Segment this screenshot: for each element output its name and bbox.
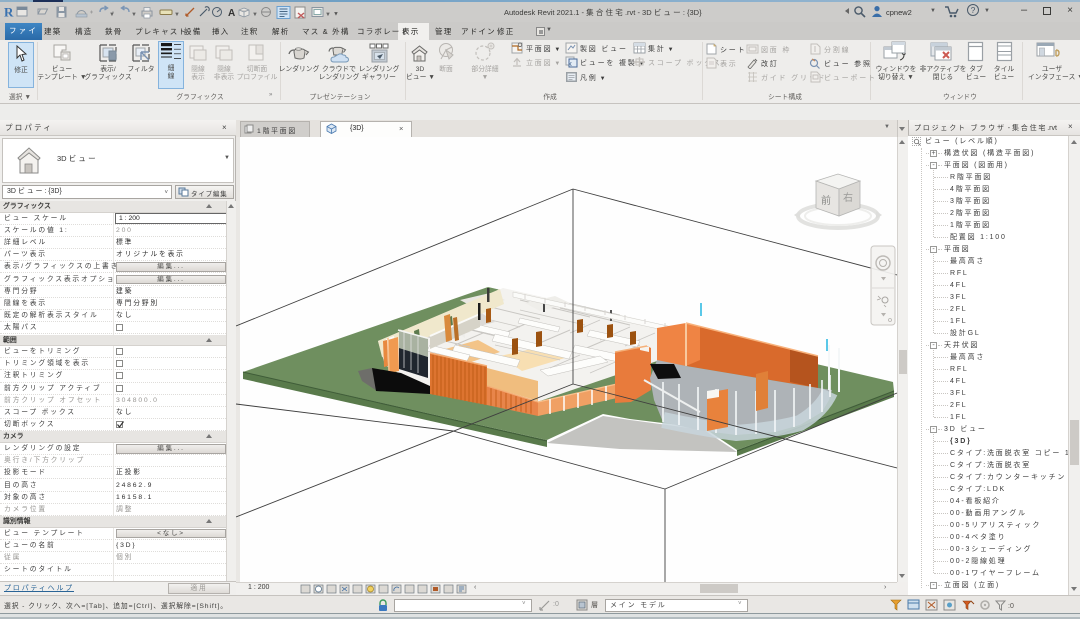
svg-text:右: 右: [843, 191, 853, 204]
svg-text:A: A: [228, 8, 235, 19]
svg-text:▼: ▼: [109, 12, 115, 18]
svg-text:▼: ▼: [252, 12, 258, 18]
svg-text:R: R: [4, 5, 14, 20]
svg-text::0: :0: [1008, 603, 1014, 610]
svg-text:▼: ▼: [325, 12, 331, 18]
svg-text:前: 前: [821, 194, 831, 207]
svg-text:▼: ▼: [333, 12, 339, 18]
svg-text:▼: ▼: [174, 12, 180, 18]
svg-text:x: x: [568, 61, 572, 68]
svg-text:▼: ▼: [131, 12, 137, 18]
